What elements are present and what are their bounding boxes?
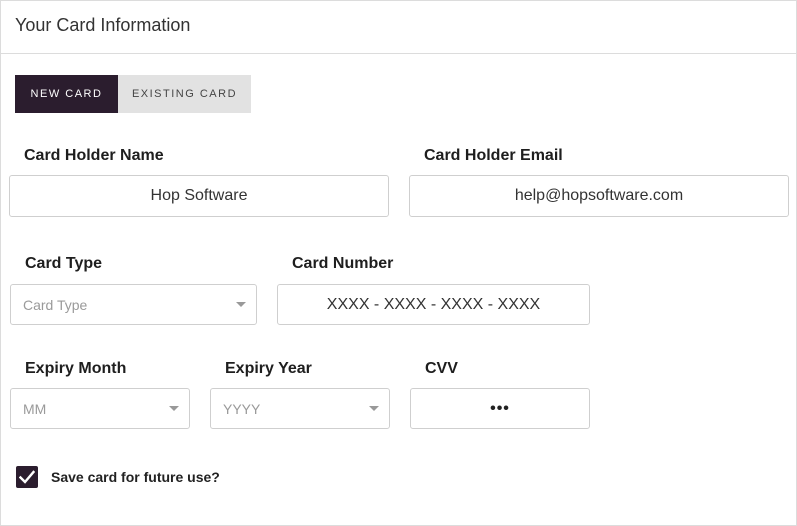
caret-down-icon (369, 406, 379, 411)
tab-existing-card[interactable]: EXISTING CARD (118, 75, 251, 113)
expiry-year-placeholder: YYYY (223, 400, 261, 417)
caret-down-icon (236, 302, 246, 307)
save-card-checkbox[interactable] (16, 466, 38, 488)
card-number-value: XXXX - XXXX - XXXX - XXXX (326, 295, 541, 313)
card-info-panel: Your Card Information NEW CARD EXISTING … (0, 0, 797, 526)
tab-new-card[interactable]: NEW CARD (15, 75, 118, 113)
card-tabs: NEW CARD EXISTING CARD (15, 75, 251, 113)
card-holder-email-input[interactable]: help@hopsoftware.com (409, 175, 789, 217)
card-holder-name-label: Card Holder Name (24, 147, 164, 164)
card-type-select[interactable]: Card Type (10, 284, 257, 325)
card-holder-email-label: Card Holder Email (424, 147, 563, 164)
save-card-label[interactable]: Save card for future use? (51, 469, 220, 485)
expiry-year-select[interactable]: YYYY (210, 388, 390, 429)
checkmark-icon (19, 470, 35, 484)
card-number-label: Card Number (292, 255, 394, 272)
card-number-input[interactable]: XXXX - XXXX - XXXX - XXXX (277, 284, 590, 325)
card-holder-name-value: Hop Software (150, 187, 248, 204)
panel-title: Your Card Information (15, 15, 191, 35)
caret-down-icon (169, 406, 179, 411)
expiry-month-label: Expiry Month (25, 360, 127, 377)
card-holder-name-input[interactable]: Hop Software (9, 175, 389, 217)
expiry-month-placeholder: MM (23, 400, 47, 417)
card-type-label: Card Type (25, 255, 103, 272)
cvv-value: ••• (490, 399, 510, 417)
cvv-input[interactable]: ••• (410, 388, 590, 429)
card-type-placeholder: Card Type (23, 296, 88, 313)
expiry-year-label: Expiry Year (225, 360, 312, 377)
panel-header: Your Card Information (1, 1, 796, 54)
cvv-label: CVV (425, 360, 458, 377)
card-holder-email-value: help@hopsoftware.com (514, 187, 684, 204)
expiry-month-select[interactable]: MM (10, 388, 190, 429)
